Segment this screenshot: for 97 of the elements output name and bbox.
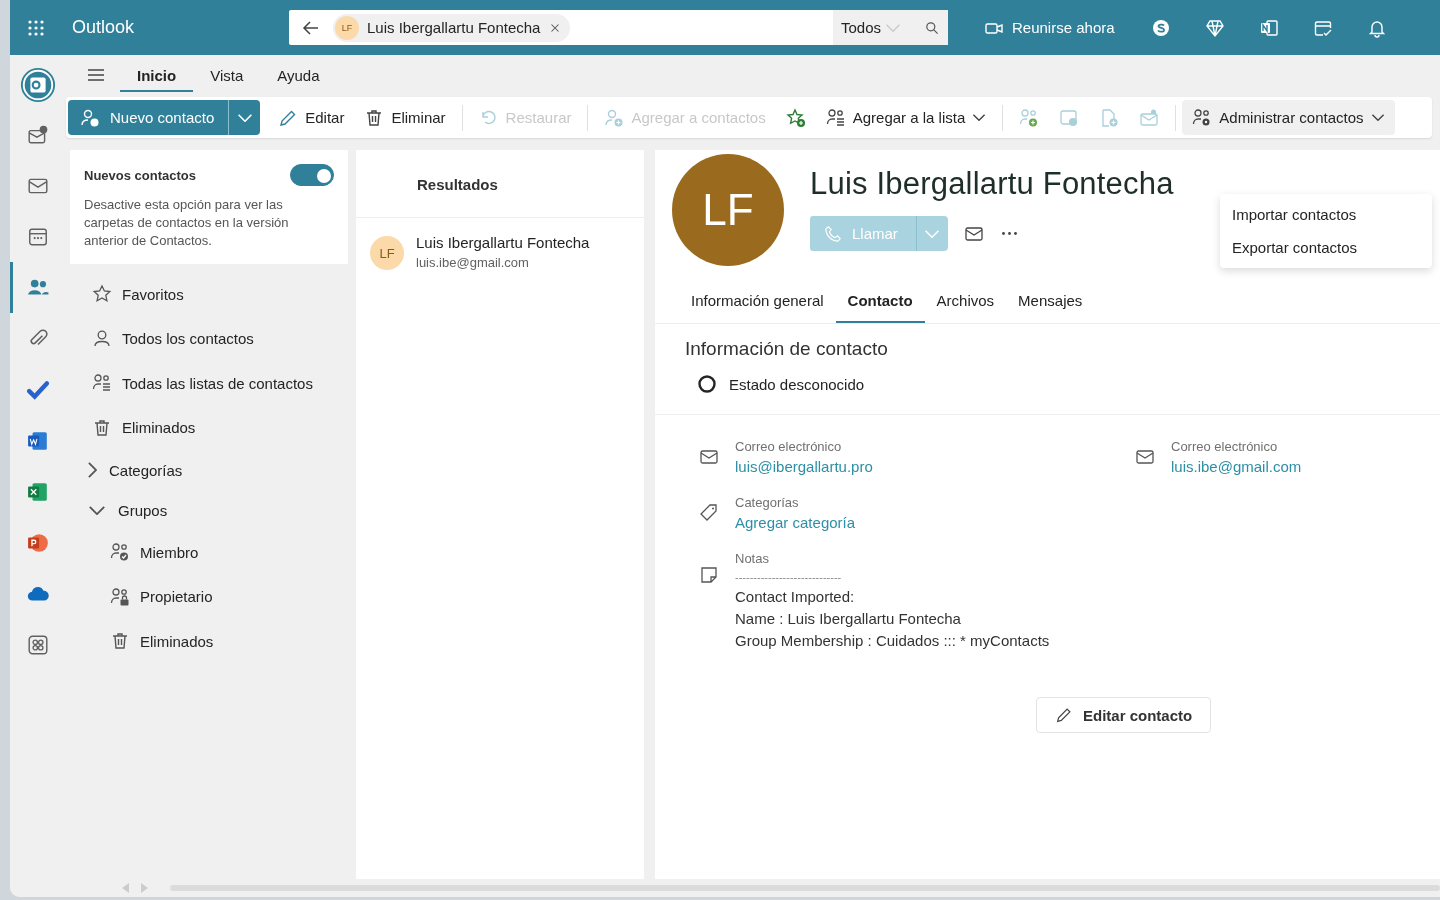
search-field[interactable]: LF Luis Ibergallartu Fontecha Todos [289,10,948,45]
person-add-icon [604,107,625,128]
new-options-button[interactable] [228,100,261,135]
presence-circle-icon [697,374,717,394]
toolbar-button[interactable]: Administrar contactos [1182,100,1395,135]
nav-item[interactable]: Todos los contactos [70,316,348,361]
nav-group[interactable]: Categorías [70,450,348,490]
chevron-down-icon [885,23,902,32]
contact-name: Luis Ibergallartu Fontecha [810,166,1174,202]
chat-window-icon [1059,107,1080,128]
trash-icon [92,417,112,438]
document-app-icon [26,429,49,452]
ribbon-tab[interactable]: Ayuda [260,58,337,92]
header-icon-button[interactable] [1150,17,1171,38]
meet-now-button[interactable]: Reunirse ahora [984,17,1115,38]
field-label: Notas [735,551,770,566]
phone-icon [824,224,842,243]
nav-item[interactable]: Miembro [70,530,348,575]
contact-tab[interactable]: Archivos [924,292,1007,323]
email-link[interactable]: luis.ibe@gmail.com [1171,458,1302,475]
envelope-add-icon [26,123,49,146]
envelope-app-icon [18,66,57,104]
envelope-icon [699,447,719,467]
toolbar-button[interactable]: Agregar a la lista [815,100,997,135]
header-icon-button[interactable] [1258,17,1279,38]
scope-dropdown[interactable]: Todos [833,10,948,45]
envelope-bell-icon [1139,107,1160,128]
chevron-down-icon [972,114,987,121]
notebook-icon [1258,17,1279,38]
spreadsheet-app-icon [26,480,49,503]
chevron-right-icon [88,461,97,479]
note-line: Contact Imported: [735,588,856,605]
result-item[interactable]: LF Luis Ibergallartu Fontecha luis.ibe@gmail.com [356,218,644,286]
diamond-icon [1204,17,1225,38]
contact-tab[interactable]: Mensajes [1006,292,1095,323]
section-title: Información de contacto [685,338,889,360]
nav-item[interactable]: Favoritos [70,272,348,317]
ribbon-tab[interactable]: Inicio [120,58,194,92]
skype-icon [1150,17,1171,38]
chevron-down-icon [924,229,941,238]
star-add-icon [785,107,806,128]
people-list-icon [825,107,846,128]
people-check-icon [110,542,130,563]
envelope-icon [1135,447,1155,467]
person-add-icon [80,107,100,128]
menu-item[interactable]: Importar contactos [1220,198,1432,231]
chip-label: Luis Ibergallartu Fontecha [367,19,541,36]
document-add-icon [1099,107,1120,128]
app-title: Outlook [72,17,136,38]
chevron-down-icon [236,113,253,122]
nav-item[interactable]: Eliminados [70,405,348,450]
person-icon [92,328,112,349]
people-lock-icon [110,586,130,607]
field-label: Categorías [735,495,800,510]
search-icon [924,19,940,36]
contact-avatar: LF [672,154,784,266]
email-link[interactable]: luis@ibergallartu.pro [735,458,873,475]
toolbar-button[interactable]: Editar [268,100,355,135]
new-contact-button[interactable]: Nuevo contacto [68,100,229,135]
card-title: Nuevos contactos [84,167,197,183]
more-button[interactable] [999,230,1019,237]
tag-icon [699,503,719,523]
header-icon-button[interactable] [1204,17,1225,38]
presentation-app-icon [26,531,49,554]
presence-status: Estado desconocido [729,375,865,393]
results-title: Resultados [356,150,644,218]
checkmark-icon [26,378,49,401]
more-icon [1001,232,1017,235]
field-label: Correo electrónico [1171,439,1279,454]
nav-item[interactable]: Propietario [70,574,348,619]
trash-icon [110,631,130,652]
menu-item[interactable]: Exportar contactos [1220,231,1432,264]
people-list-icon [92,373,112,394]
avatar-initials: LF [335,15,359,40]
nav-item[interactable]: Todas las listas de contactos [70,361,348,406]
add-category-link[interactable]: Agregar categoría [735,514,856,531]
nav-group[interactable]: Grupos [70,490,348,530]
toolbar-button[interactable]: Eliminar [354,100,456,135]
people-add-icon [1019,107,1040,128]
card-description: Desactive esta opción para ver las carpetas de contactos en la versión anterior de Contactos. [84,196,290,250]
apps-icon [26,633,49,656]
pencil-icon [1055,706,1073,724]
note-line: ----------------------------- [735,571,843,583]
star-icon [92,284,112,305]
nav-item[interactable]: Eliminados [70,619,348,664]
chevron-down-icon [1370,114,1385,121]
scope-label: Todos [841,19,882,36]
toggle-switch[interactable] [290,164,334,186]
chevron-down-icon [88,505,106,515]
note-line: Group Membership : Cuidados ::: * myContacts [735,632,1050,649]
contact-tab[interactable]: Contacto [835,292,925,323]
edit-contact-button[interactable]: Editar contacto [1036,697,1212,733]
ribbon-tab[interactable]: Vista [193,58,261,92]
note-icon [699,565,719,585]
contact-tab[interactable]: Información general [679,292,836,323]
field-label: Correo electrónico [735,439,843,454]
note-line: Name : Luis Ibergallartu Fontecha [735,610,962,627]
